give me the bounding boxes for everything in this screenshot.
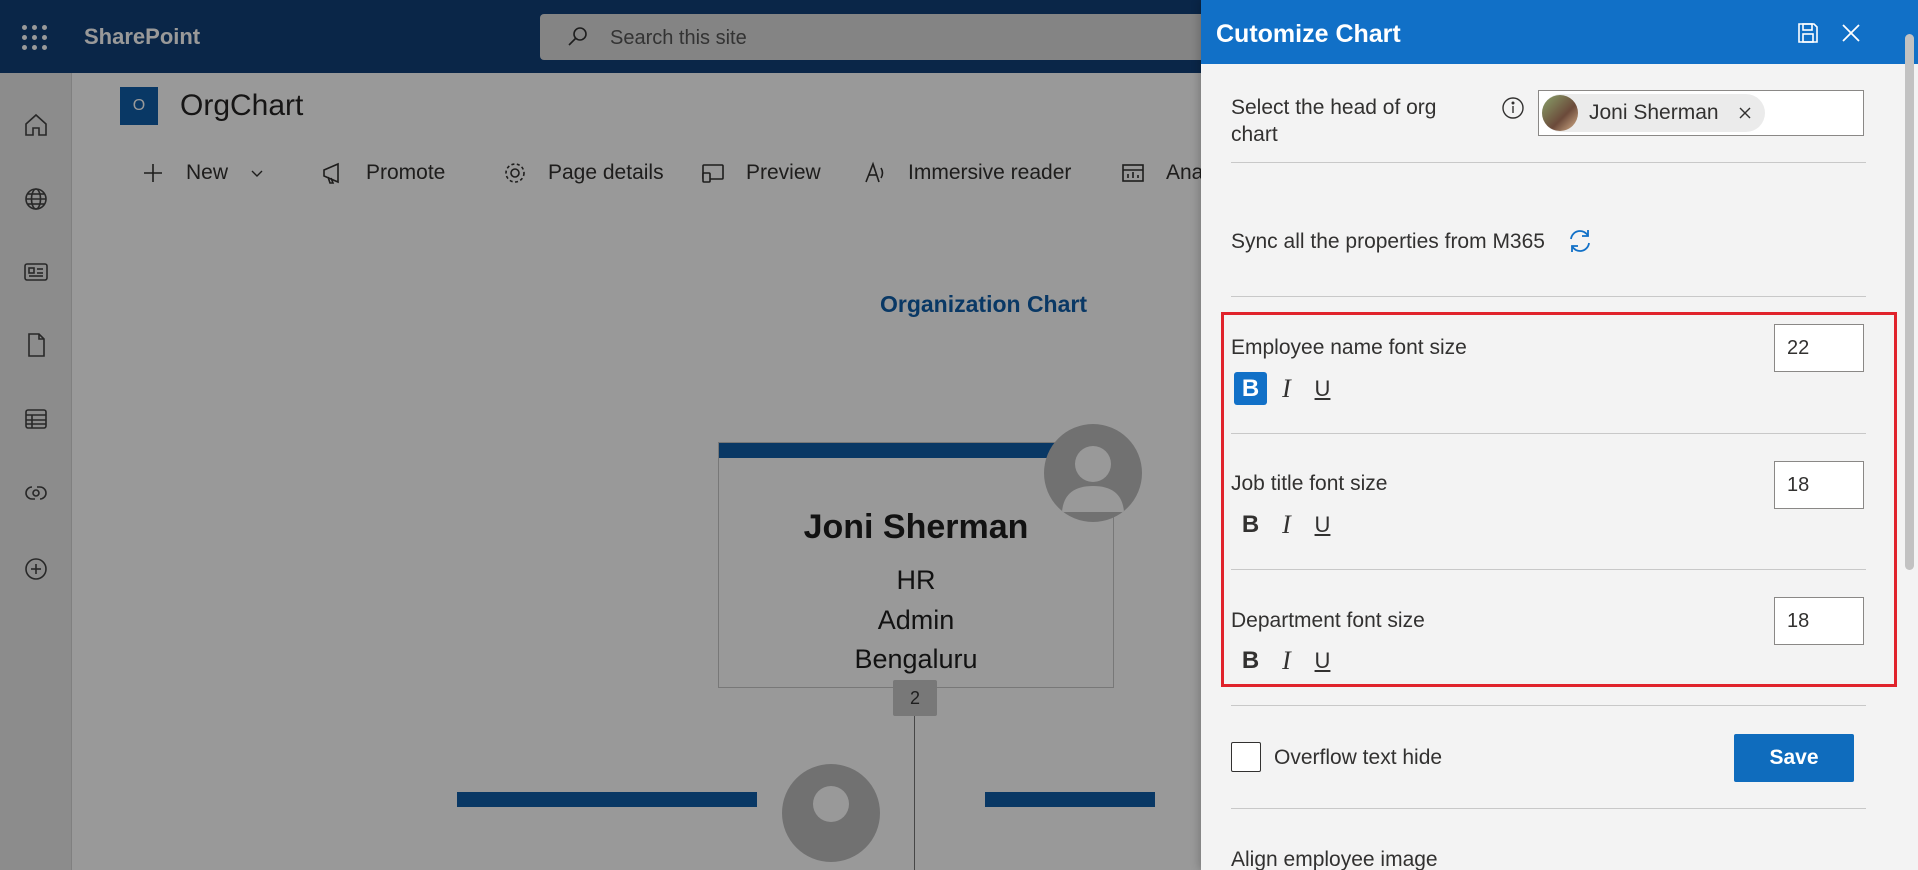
overflow-text-hide-checkbox[interactable] [1231,742,1261,772]
job-title-font-label: Job title font size [1231,472,1388,495]
department-font-size-input[interactable] [1774,597,1864,645]
info-icon[interactable] [1501,96,1525,120]
department-italic-button[interactable]: I [1270,644,1303,677]
department-bold-button[interactable]: B [1234,644,1267,677]
divider [1231,162,1866,163]
overflow-text-hide-label: Overflow text hide [1274,746,1443,769]
divider [1231,808,1866,809]
scrollbar-thumb[interactable] [1905,34,1914,570]
department-underline-button[interactable]: U [1306,644,1339,677]
sync-label: Sync all the properties from M365 [1231,230,1545,253]
employee-name-underline-button[interactable]: U [1306,372,1339,405]
employee-name-italic-button[interactable]: I [1270,372,1303,405]
save-icon[interactable] [1795,20,1821,46]
align-employee-image-label: Align employee image [1231,848,1438,870]
remove-icon[interactable] [1737,105,1753,121]
customize-chart-panel: Cutomize Chart Select the head of org ch… [1201,0,1918,870]
save-button[interactable]: Save [1734,734,1854,782]
job-title-underline-button[interactable]: U [1306,508,1339,541]
sync-icon[interactable] [1566,227,1594,255]
divider [1231,705,1866,706]
job-title-italic-button[interactable]: I [1270,508,1303,541]
head-of-org-label-line1: Select the head of org [1231,96,1437,119]
department-font-label: Department font size [1231,609,1425,632]
panel-title: Cutomize Chart [1216,20,1401,48]
job-title-font-size-input[interactable] [1774,461,1864,509]
employee-name-font-label: Employee name font size [1231,336,1467,359]
head-of-org-label: Select the head of org chart [1231,94,1436,148]
divider [1231,569,1866,570]
selected-person-name: Joni Sherman [1589,101,1719,124]
avatar [1542,95,1578,131]
job-title-bold-button[interactable]: B [1234,508,1267,541]
head-of-org-label-line2: chart [1231,123,1278,146]
selected-persona[interactable]: Joni Sherman [1542,94,1765,132]
divider [1231,433,1866,434]
employee-name-font-size-input[interactable] [1774,324,1864,372]
panel-header: Cutomize Chart [1201,0,1918,64]
divider [1231,296,1866,297]
employee-name-bold-button[interactable]: B [1234,372,1267,405]
close-icon[interactable] [1838,20,1864,46]
head-people-picker[interactable]: Joni Sherman [1538,90,1864,136]
